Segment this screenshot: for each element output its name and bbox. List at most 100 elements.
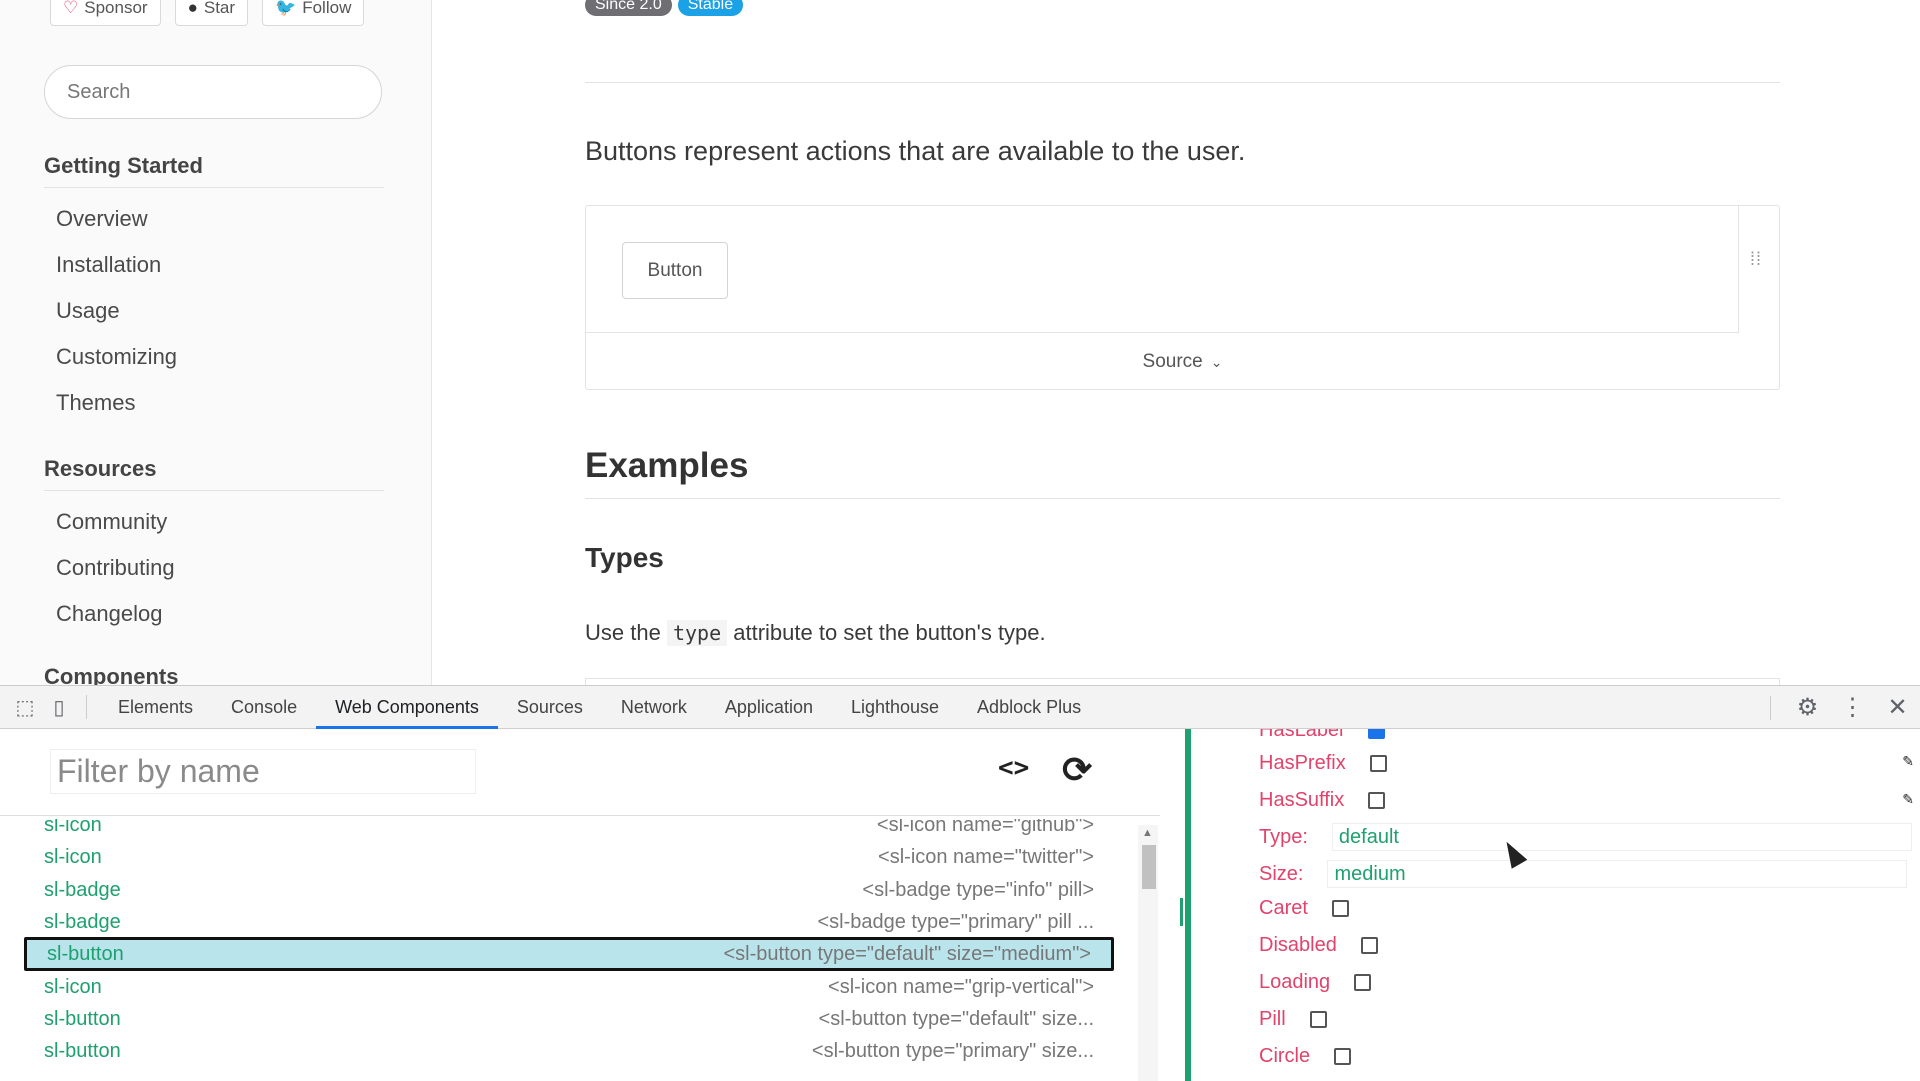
tree-row-attrs: <sl-icon name="grip-vertical"> [828, 975, 1094, 998]
nav-item-installation[interactable]: Installation [56, 242, 384, 288]
nav-heading: Resources [44, 456, 384, 491]
tree-row-attrs: <sl-button type="default" size... [818, 1007, 1094, 1030]
edit-icon[interactable]: ✎ [1902, 791, 1914, 808]
tab-web-components[interactable]: Web Components [316, 686, 498, 729]
nav-item-usage[interactable]: Usage [56, 288, 384, 334]
prop-label: HasSuffix [1259, 789, 1345, 811]
type-code: type [666, 620, 728, 646]
stable-badge: Stable [677, 0, 744, 16]
divider [585, 82, 1780, 83]
nav-section-components: Components [44, 664, 384, 685]
prop-size: Size: medium [1259, 860, 1908, 888]
tree-row[interactable]: sl-icon <sl-icon name="twitter"> [24, 841, 1114, 873]
tree-row[interactable]: sl-button <sl-button type="primary" size… [24, 1035, 1114, 1067]
prop-has-label: HasLabel [1259, 729, 1385, 742]
type-select[interactable]: default [1331, 823, 1912, 851]
prop-pill: Pill [1259, 1008, 1327, 1031]
tree-row[interactable]: sl-badge <sl-badge type="info" pill> [24, 874, 1114, 906]
nav-item-customizing[interactable]: Customizing [56, 334, 384, 380]
circle-checkbox[interactable] [1334, 1048, 1352, 1065]
follow-button[interactable]: 🐦 Follow [262, 0, 365, 26]
has-suffix-checkbox[interactable] [1368, 792, 1386, 809]
tree-row-tag: sl-icon [44, 845, 102, 868]
divider [0, 815, 1160, 816]
caret-checkbox[interactable] [1331, 900, 1349, 917]
nav-item-contributing[interactable]: Contributing [56, 545, 384, 591]
tree-row-attrs: <sl-button type="primary" size... [811, 1039, 1094, 1062]
tree-row-attrs: <sl-badge type="info" pill> [862, 878, 1094, 901]
inspect-element-icon[interactable]: ⬚ [8, 686, 42, 729]
scrollbar-thumb[interactable] [1142, 845, 1156, 889]
tab-lighthouse[interactable]: Lighthouse [832, 686, 958, 729]
grip-vertical-icon[interactable]: ⁞⁞ [1750, 250, 1764, 284]
prop-label: HasLabel [1259, 729, 1344, 741]
sponsor-button[interactable]: ♡ Sponsor [50, 0, 161, 26]
tab-console[interactable]: Console [212, 686, 316, 729]
size-select[interactable]: medium [1327, 860, 1908, 888]
source-toggle[interactable]: Source ⌄ [586, 334, 1779, 390]
scroll-up-icon[interactable]: ▲ [1142, 827, 1153, 839]
preview-area: Button [586, 206, 1739, 333]
more-vertical-icon[interactable]: ⋮ [1830, 686, 1875, 729]
heart-icon: ♡ [63, 0, 79, 17]
tab-adblock-plus[interactable]: Adblock Plus [958, 686, 1100, 729]
code-toggle-icon[interactable]: <> [998, 753, 1029, 783]
has-prefix-checkbox[interactable] [1369, 755, 1387, 772]
search-input[interactable]: Search [44, 65, 382, 119]
devtools-tabbar: ⬚ ▯ Elements Console Web Components Sour… [0, 686, 1920, 729]
has-label-checkbox[interactable] [1367, 729, 1385, 739]
filter-input[interactable]: Filter by name [50, 749, 476, 794]
tree-row-attrs: <sl-icon name="github"> [876, 819, 1094, 836]
pill-checkbox[interactable] [1309, 1011, 1327, 1028]
since-badge: Since 2.0 [585, 0, 672, 16]
tree-row-tag: sl-button [44, 1039, 121, 1062]
tree-row-selected[interactable]: sl-button <sl-button type="default" size… [24, 937, 1114, 971]
nav-item-community[interactable]: Community [56, 499, 384, 545]
tab-network[interactable]: Network [602, 686, 706, 729]
loading-checkbox[interactable] [1354, 974, 1372, 991]
source-label: Source [1142, 351, 1203, 372]
prop-label: Type: [1259, 825, 1308, 848]
code-preview: Button ⁞⁞ Source ⌄ [585, 205, 1780, 390]
refresh-icon[interactable]: ⟳ [1062, 749, 1092, 791]
separator [1770, 695, 1771, 720]
tree-row[interactable]: sl-icon <sl-icon name="grip-vertical"> [24, 971, 1114, 1003]
tree-scrollbar[interactable]: ▲ [1138, 825, 1158, 1081]
device-toolbar-icon[interactable]: ▯ [42, 686, 76, 729]
nav-item-overview[interactable]: Overview [56, 196, 384, 242]
edit-icon[interactable]: ✎ [1902, 753, 1914, 770]
tab-sources[interactable]: Sources [498, 686, 602, 729]
tree-row-tag: sl-button [47, 942, 124, 965]
tree-row-attrs: <sl-button type="default" size="medium"> [723, 942, 1092, 965]
tree-row[interactable]: sl-icon <sl-icon name="github"> [24, 819, 1114, 841]
nav-section-resources: Resources Community Contributing Changel… [44, 456, 384, 637]
component-tree: sl-icon <sl-icon name="github"> sl-icon … [24, 819, 1114, 1081]
demo-button[interactable]: Button [622, 242, 728, 299]
prop-loading: Loading [1259, 971, 1372, 994]
tab-elements[interactable]: Elements [99, 686, 212, 729]
lead-text: Buttons represent actions that are avail… [585, 136, 1246, 166]
tab-application[interactable]: Application [706, 686, 832, 729]
nav-item-themes[interactable]: Themes [56, 380, 384, 426]
tree-row[interactable]: sl-badge <sl-badge type="primary" pill .… [24, 906, 1114, 938]
prop-has-suffix: HasSuffix [1259, 789, 1386, 812]
prop-caret: Caret [1259, 897, 1349, 920]
documentation-page: ♡ Sponsor ● Star 🐦 Follow Search Getting… [0, 0, 1920, 685]
prop-type: Type: default [1259, 823, 1912, 851]
prop-label: Loading [1259, 971, 1331, 993]
separator [86, 695, 87, 719]
nav-item-changelog[interactable]: Changelog [56, 591, 384, 637]
para-after: attribute to set the button's type. [733, 620, 1046, 645]
tree-row-tag: sl-badge [44, 878, 121, 901]
tree-row[interactable]: sl-button <sl-button type="default" size… [24, 1003, 1114, 1035]
sidebar: ♡ Sponsor ● Star 🐦 Follow Search Getting… [0, 0, 432, 685]
star-button[interactable]: ● Star [174, 0, 249, 26]
devtools-actions: ⚙ ⋮ ✕ [1770, 686, 1920, 729]
tree-row-attrs: <sl-icon name="twitter"> [878, 845, 1094, 868]
devtools-panel: ⬚ ▯ Elements Console Web Components Sour… [0, 685, 1920, 1081]
follow-label: Follow [302, 0, 352, 17]
disabled-checkbox[interactable] [1360, 937, 1378, 954]
gear-icon[interactable]: ⚙ [1785, 686, 1830, 729]
tree-row-tag: sl-icon [44, 975, 102, 998]
close-icon[interactable]: ✕ [1875, 686, 1920, 729]
